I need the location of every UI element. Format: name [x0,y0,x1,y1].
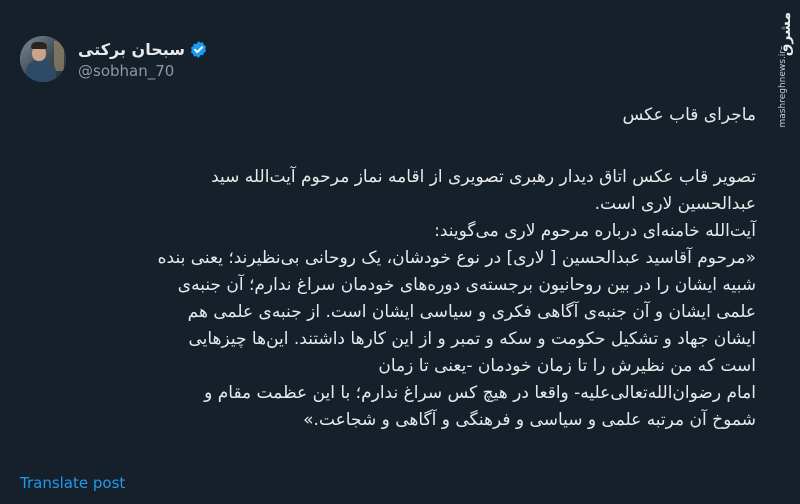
verified-badge-icon [189,40,208,59]
post-line: تصویر قاب عکس اتاق دیدار رهبری تصویری از… [211,167,756,187]
post-line: امام رضوان‌الله‌تعالی‌علیه- واقعا در هیچ… [204,383,756,403]
post-line: «مرحوم آقاسید عبدالحسین [ لاری] در نوع خ… [157,248,756,268]
author-display-name[interactable]: سبحان برکتی [78,40,185,59]
author-handle[interactable]: @sobhan_70 [78,62,208,80]
post-line: شموخ آن مرتبه علمی و سیاسی و فرهنگی و آگ… [303,410,756,430]
post-title: ماجرای قاب عکس [622,105,756,125]
post-line: آیت‌الله خامنه‌ای درباره مرحوم لاری می‌گ… [434,221,756,241]
post-line: است که من نظیرش را تا زمان خودمان -یعنی … [378,356,756,376]
post-line: علمی ایشان و آن جنبه‌ی آگاهی فکری و سیاس… [187,302,756,322]
post-line: ایشان جهاد و تشکیل حکومت و سکه و تمبر و … [188,329,756,349]
post-header: سبحان برکتی @sobhan_70 [20,34,208,84]
site-watermark: مشرق mashreghnews.ir [766,6,794,128]
post-line: شبیه ایشان را در بین روحانیون برجسته‌ی د… [177,275,756,295]
post-text: ماجرای قاب عکس تصویر قاب عکس اتاق دیدار … [36,102,756,434]
author-info: سبحان برکتی @sobhan_70 [78,38,208,80]
avatar[interactable] [20,36,66,82]
watermark-site: mashreghnews.ir [778,50,788,128]
post-line: عبدالحسین لاری است. [594,194,756,214]
translate-post-link[interactable]: Translate post [20,474,125,492]
